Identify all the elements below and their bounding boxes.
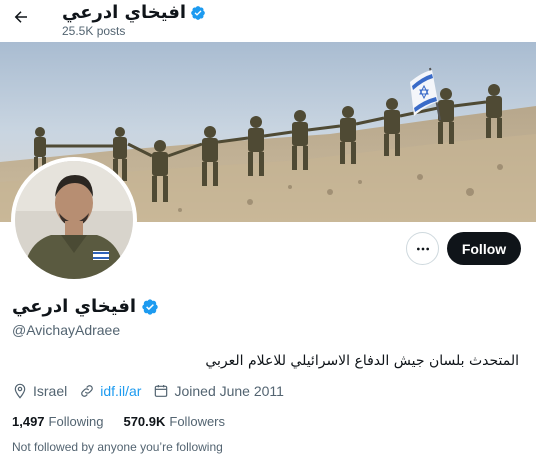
- follow-stats: 1,497 Following 570.9K Followers: [12, 414, 225, 429]
- profile-handle: @AvichayAdraee: [12, 322, 121, 338]
- profile-avatar[interactable]: [11, 157, 137, 283]
- link-icon: [81, 385, 94, 397]
- followers-stat[interactable]: 570.9K Followers: [123, 414, 225, 429]
- followers-label: Followers: [169, 414, 226, 429]
- verified-badge-icon[interactable]: [190, 5, 206, 21]
- followers-count: 570.9K: [123, 414, 166, 429]
- verified-badge-icon[interactable]: [141, 298, 159, 316]
- display-name-text: افيخاي ادرعي: [12, 296, 137, 317]
- more-horizontal-icon: [416, 247, 429, 250]
- avatar-image: [15, 161, 133, 279]
- follow-button[interactable]: Follow: [447, 232, 521, 265]
- profile-header-bar: افيخاي ادرعي 25.5K posts: [0, 0, 536, 42]
- location-text: Israel: [33, 383, 68, 399]
- calendar-icon: [155, 385, 168, 397]
- following-count: 1,497: [12, 414, 45, 429]
- joined-item: Joined June 2011: [153, 383, 284, 399]
- location-pin-icon: [14, 383, 26, 399]
- following-label: Following: [48, 414, 104, 429]
- arrow-left-icon: [14, 11, 27, 23]
- profile-bio: المتحدث بلسان جيش الدفاع الاسرائيلي للاع…: [205, 353, 519, 369]
- joined-text: Joined June 2011: [174, 383, 284, 399]
- website-item: idf.il/ar: [79, 383, 141, 399]
- more-options-button[interactable]: [406, 232, 439, 265]
- profile-display-name: افيخاي ادرعي: [12, 296, 159, 317]
- location-item: Israel: [12, 383, 67, 399]
- followed-by-note: Not followed by anyone you’re following: [12, 440, 223, 454]
- profile-meta: Israel idf.il/ar Joined June 2011: [12, 383, 296, 399]
- header-display-name: افيخاي ادرعي: [62, 2, 206, 23]
- back-button[interactable]: [10, 6, 32, 28]
- website-link[interactable]: idf.il/ar: [100, 383, 141, 399]
- header-posts-count: 25.5K posts: [62, 24, 126, 38]
- following-stat[interactable]: 1,497 Following: [12, 414, 103, 429]
- header-name-text: افيخاي ادرعي: [62, 2, 187, 23]
